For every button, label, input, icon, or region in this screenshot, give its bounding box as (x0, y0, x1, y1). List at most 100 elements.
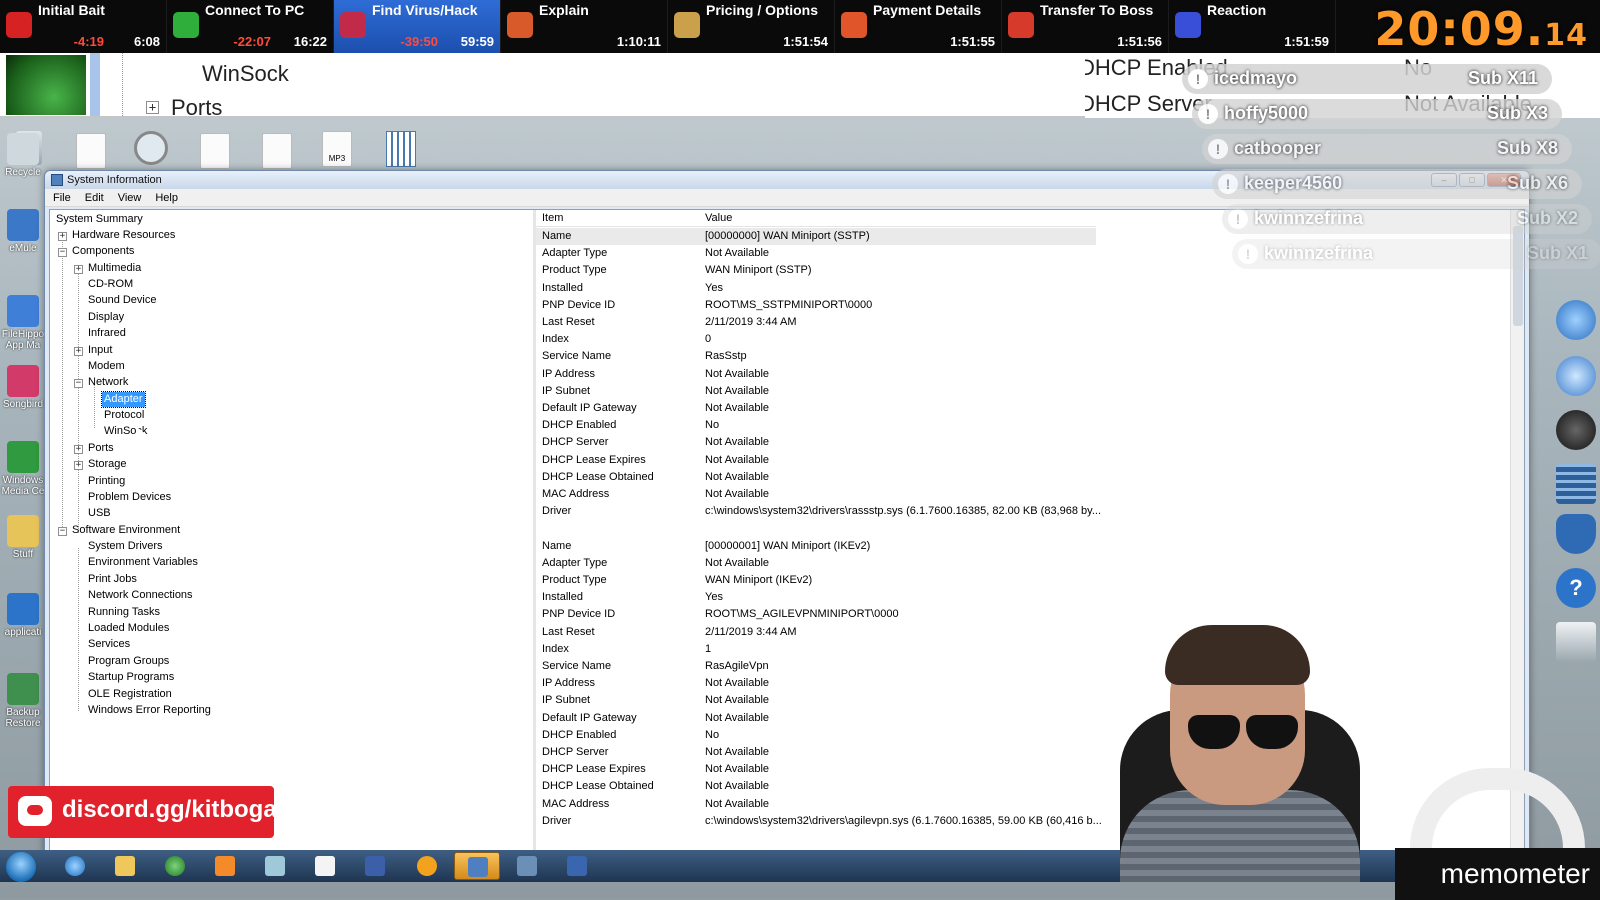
tree-collapse-components[interactable]: − (58, 248, 67, 257)
detail-row[interactable]: DHCP Lease Obtained Not Available (536, 778, 1096, 795)
detail-row[interactable]: Adapter Type Not Available (536, 555, 1096, 572)
taskbar-explorer[interactable] (102, 852, 148, 880)
detail-row[interactable]: DHCP Lease Expires Not Available (536, 761, 1096, 778)
taskbar-document[interactable] (352, 852, 398, 880)
calculator-icon[interactable] (386, 131, 416, 167)
detail-row[interactable]: Installed Yes (536, 280, 1096, 297)
detail-row[interactable]: IP Address Not Available (536, 675, 1096, 692)
globe-gadget-icon[interactable] (1556, 356, 1596, 396)
tree-software-child[interactable]: System Drivers (88, 539, 163, 554)
detail-row[interactable]: IP Subnet Not Available (536, 383, 1096, 400)
magnifier-icon[interactable] (134, 131, 168, 165)
detail-row[interactable]: Last Reset 2/11/2019 3:44 AM (536, 624, 1096, 641)
detail-row[interactable]: Index 1 (536, 641, 1096, 658)
blank-document-icon[interactable] (262, 133, 292, 169)
tree-software-child[interactable]: OLE Registration (88, 687, 172, 702)
menu-edit[interactable]: Edit (85, 189, 104, 206)
tree-system-summary[interactable]: System Summary (56, 212, 143, 227)
tree-collapse-software[interactable]: − (58, 527, 67, 536)
taskbar-media-center[interactable] (152, 852, 198, 880)
tree-usb[interactable]: USB (88, 506, 111, 521)
desktop-shortcut[interactable]: Recycle (0, 133, 46, 178)
tree-ports[interactable]: Ports (88, 441, 114, 456)
column-item-header[interactable]: Item (542, 212, 563, 224)
menu-view[interactable]: View (118, 189, 142, 206)
tree-software-child[interactable]: Environment Variables (88, 555, 198, 570)
desktop-shortcut[interactable]: Stuff (0, 515, 46, 560)
taskbar-notes[interactable] (252, 852, 298, 880)
detail-row[interactable]: Driver c:\windows\system32\drivers\rassst… (536, 503, 1101, 520)
tree-software-child[interactable]: Services (88, 637, 130, 652)
desktop-shortcut[interactable]: applicati (0, 593, 46, 638)
tree-display[interactable]: Display (88, 310, 124, 325)
film-gadget-icon[interactable] (1556, 464, 1596, 504)
desktop-shortcut[interactable]: FileHippo App Ma (0, 295, 46, 351)
detail-row[interactable]: DHCP Server Not Available (536, 434, 1096, 451)
taskbar-ie[interactable] (52, 852, 98, 880)
tree-software-child[interactable]: Running Tasks (88, 605, 160, 620)
detail-row[interactable]: DHCP Lease Expires Not Available (536, 452, 1096, 469)
detail-row[interactable]: Default IP Gateway Not Available (536, 400, 1096, 417)
taskbar-media-player[interactable] (202, 852, 248, 880)
tree-problem-devices[interactable]: Problem Devices (88, 490, 171, 505)
start-button[interactable] (6, 852, 36, 882)
tree-expand-hardware[interactable]: + (58, 232, 67, 241)
tree-software-environment[interactable]: Software Environment (72, 523, 180, 538)
detail-row[interactable]: Name [00000001] WAN Miniport (IKEv2) (536, 538, 1096, 555)
shield-gadget-icon[interactable] (1556, 514, 1596, 554)
tree-software-child[interactable]: Program Groups (88, 654, 169, 669)
detail-row[interactable]: DHCP Server Not Available (536, 744, 1096, 761)
detail-row[interactable]: DHCP Lease Obtained Not Available (536, 469, 1096, 486)
tree-software-child[interactable]: Print Jobs (88, 572, 137, 587)
tree-expand-ports[interactable]: + (74, 445, 83, 454)
detail-row[interactable]: IP Subnet Not Available (536, 692, 1096, 709)
tree-network[interactable]: Network (88, 375, 128, 390)
detail-row[interactable]: Index 0 (536, 331, 1096, 348)
document-shortcut-icon[interactable] (76, 133, 106, 169)
detail-row[interactable]: Product Type WAN Miniport (IKEv2) (536, 572, 1096, 589)
tree-storage[interactable]: Storage (88, 457, 127, 472)
detail-row[interactable]: Installed Yes (536, 589, 1096, 606)
tree-protocol[interactable]: Protocol (104, 408, 144, 423)
tree-collapse-network[interactable]: − (74, 379, 83, 388)
detail-row[interactable]: MAC Address Not Available (536, 486, 1096, 503)
tree-infrared[interactable]: Infrared (88, 326, 126, 341)
desktop-shortcut[interactable]: Backup Restore (0, 673, 46, 729)
tree-software-child[interactable]: Windows Error Reporting (88, 703, 211, 718)
detail-row[interactable]: DHCP Enabled No (536, 417, 1096, 434)
column-value-header[interactable]: Value (705, 212, 732, 224)
taskbar-monitor[interactable] (554, 852, 600, 880)
detail-row[interactable]: Service Name RasAgileVpn (536, 658, 1096, 675)
tree-cdrom[interactable]: CD-ROM (88, 277, 133, 292)
taskbar-system-info[interactable] (454, 852, 500, 880)
recycle-bin-icon-right[interactable] (1556, 622, 1596, 662)
detail-row[interactable]: Service Name RasSstp (536, 348, 1096, 365)
tree-hardware-resources[interactable]: Hardware Resources (72, 228, 175, 243)
detail-row[interactable]: PNP Device ID ROOT\MS_AGILEVPNMINIPORT\00… (536, 606, 1096, 623)
detail-row[interactable]: Product Type WAN Miniport (SSTP) (536, 262, 1096, 279)
speaker-gadget-icon[interactable] (1556, 410, 1596, 450)
detail-row[interactable]: Default IP Gateway Not Available (536, 710, 1096, 727)
tree-sound-device[interactable]: Sound Device (88, 293, 157, 308)
menu-help[interactable]: Help (155, 189, 178, 206)
detail-row[interactable]: Adapter Type Not Available (536, 245, 1096, 262)
detail-row[interactable]: IP Address Not Available (536, 366, 1096, 383)
detail-row[interactable]: Driver c:\windows\system32\drivers\agilev… (536, 813, 1102, 830)
tree-software-child[interactable]: Network Connections (88, 588, 193, 603)
help-icon[interactable]: ? (1556, 568, 1596, 608)
tree-adapter[interactable]: Adapter (101, 391, 146, 408)
detail-row[interactable]: MAC Address Not Available (536, 796, 1096, 813)
tree-printing[interactable]: Printing (88, 474, 125, 489)
tree-expand-input[interactable]: + (74, 347, 83, 356)
tree-modem[interactable]: Modem (88, 359, 125, 374)
menu-file[interactable]: File (53, 189, 71, 206)
tree-multimedia[interactable]: Multimedia (88, 261, 141, 276)
tree-software-child[interactable]: Startup Programs (88, 670, 174, 685)
tree-components[interactable]: Components (72, 244, 134, 259)
detail-row[interactable]: DHCP Enabled No (536, 727, 1096, 744)
desktop-shortcut[interactable]: eMule (0, 209, 46, 254)
taskbar-network[interactable] (504, 852, 550, 880)
taskbar-solitaire[interactable] (302, 852, 348, 880)
detail-row[interactable] (536, 520, 1096, 537)
tree-software-child[interactable]: Loaded Modules (88, 621, 169, 636)
